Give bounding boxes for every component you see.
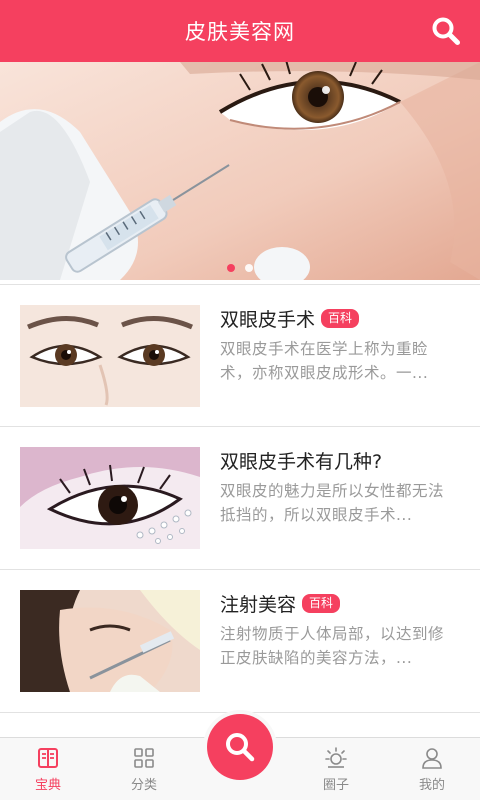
tab-baodian[interactable]: 宝典 <box>0 738 96 800</box>
category-badge: 百科 <box>321 309 360 328</box>
article-title: 双眼皮手术有几种? <box>220 451 383 473</box>
tab-quanzi[interactable]: 圈子 <box>288 738 384 800</box>
list-item[interactable]: 双眼皮手术 百科 双眼皮手术在医学上称为重睑术，亦称双眼皮成形术。一... <box>0 284 480 427</box>
sun-icon <box>325 747 347 768</box>
tab-label: 宝典 <box>34 778 61 793</box>
article-title-row: 双眼皮手术 百科 <box>220 305 360 332</box>
article-thumbnail <box>20 305 200 407</box>
banner-image <box>0 62 480 280</box>
carousel-dot[interactable] <box>227 264 235 272</box>
list-item[interactable]: 双眼皮手术有几种? 双眼皮的魅力是所以女性都无法抵挡的，所以双眼皮手术... <box>0 427 480 570</box>
article-summary: 双眼皮的魅力是所以女性都无法抵挡的，所以双眼皮手术... <box>220 482 445 524</box>
article-title-row: 双眼皮手术有几种? <box>220 447 382 474</box>
article-summary: 双眼皮手术在医学上称为重睑术，亦称双眼皮成形术。一... <box>220 340 429 382</box>
category-badge: 百科 <box>302 594 341 613</box>
tab-wode[interactable]: 我的 <box>384 738 480 800</box>
article-thumbnail <box>20 590 200 692</box>
tab-label: 圈子 <box>322 778 349 793</box>
banner-carousel[interactable] <box>0 62 480 280</box>
app-title: 皮肤美容网 <box>185 20 295 44</box>
article-thumbnail <box>20 447 200 549</box>
app-screen: 皮肤美容网 双眼皮手术 百科 双眼皮手术在医学上称为重睑术，亦称双眼皮成形术。一… <box>0 0 480 800</box>
article-title: 注射美容 <box>220 594 297 616</box>
search-icon[interactable] <box>430 15 462 47</box>
tab-fenlei[interactable]: 分类 <box>96 738 192 800</box>
user-icon <box>422 748 442 769</box>
carousel-indicator <box>0 264 480 272</box>
article-list: 双眼皮手术 百科 双眼皮手术在医学上称为重睑术，亦称双眼皮成形术。一... 双眼… <box>0 284 480 713</box>
list-item[interactable]: 注射美容 百科 注射物质于人体局部，以达到修正皮肤缺陷的美容方法，... <box>0 570 480 713</box>
center-search-button[interactable] <box>207 714 273 780</box>
bottom-tab-bar: 宝典 分类 圈子 我的 <box>0 714 480 800</box>
article-title: 双眼皮手术 <box>220 309 316 331</box>
carousel-dot[interactable] <box>245 264 253 272</box>
top-bar: 皮肤美容网 <box>0 0 480 62</box>
book-icon <box>38 748 58 768</box>
tab-label: 分类 <box>130 778 157 793</box>
grid-icon <box>134 748 154 768</box>
tab-label: 我的 <box>418 778 445 793</box>
article-summary: 注射物质于人体局部，以达到修正皮肤缺陷的美容方法，... <box>220 625 445 667</box>
article-title-row: 注射美容 百科 <box>220 590 341 617</box>
search-icon <box>226 733 255 762</box>
